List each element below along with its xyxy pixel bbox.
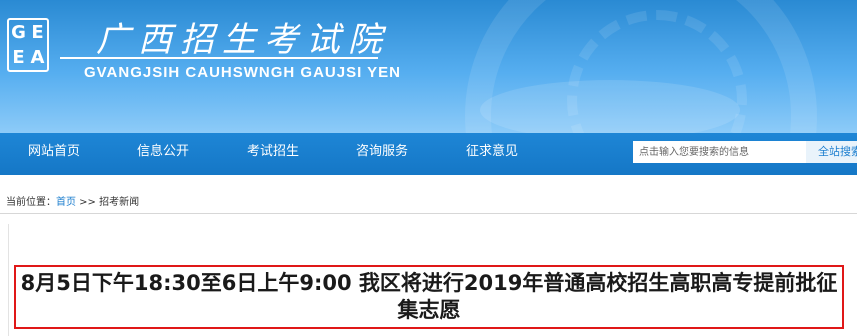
logo-letter: G <box>11 22 26 43</box>
breadcrumb-home-link[interactable]: 首页 <box>56 197 76 208</box>
breadcrumb-prefix: 当前位置： <box>6 197 56 208</box>
search-input[interactable] <box>633 141 806 163</box>
breadcrumb: 当前位置：首页 >> 招考新闻 <box>6 193 139 208</box>
search-button[interactable]: 全站搜索 <box>806 141 857 163</box>
logo-letter: A <box>30 47 45 68</box>
site-subtitle: GVANGJSIH CAUHSWNGH GAUJSI YEN <box>84 64 401 81</box>
title-divider <box>60 57 378 59</box>
logo-letter: E <box>31 22 44 43</box>
logo-letter: E <box>12 47 25 68</box>
header-cloud <box>480 80 740 133</box>
nav-item-info-public[interactable]: 信息公开 <box>137 133 189 175</box>
site-header: G E E A 广西招生考试院 GVANGJSIH CAUHSWNGH GAUJ… <box>0 0 857 133</box>
nav-item-feedback[interactable]: 征求意见 <box>466 133 518 175</box>
logo-icon[interactable]: G E E A <box>7 18 49 72</box>
nav-item-consulting[interactable]: 咨询服务 <box>356 133 408 175</box>
article-headline: 8月5日下午18:30至6日上午9:00 我区将进行2019年普通高校招生高职高… <box>20 271 838 322</box>
breadcrumb-separator: >> <box>76 197 100 208</box>
nav-item-home[interactable]: 网站首页 <box>28 133 80 175</box>
nav-item-exam-admission[interactable]: 考试招生 <box>247 133 299 175</box>
breadcrumb-divider <box>0 213 857 214</box>
breadcrumb-current: 招考新闻 <box>99 197 140 208</box>
site-title[interactable]: 广西招生考试院 <box>96 12 390 61</box>
